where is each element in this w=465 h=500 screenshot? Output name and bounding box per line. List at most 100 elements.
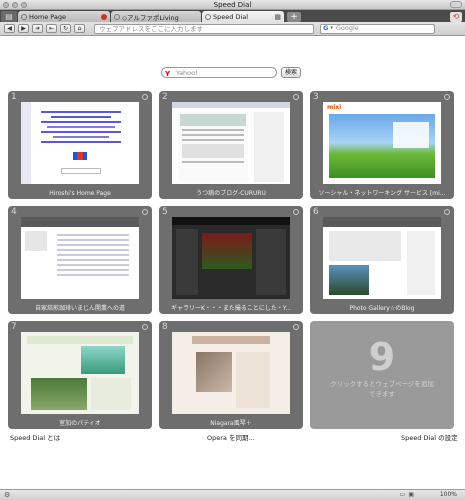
dial-number: 1 (11, 92, 17, 102)
dial-thumbnail (21, 102, 139, 184)
yahoo-search-input[interactable]: Y Yahoo! (161, 67, 277, 78)
sync-opera-link[interactable]: Opera を同期... (207, 432, 255, 442)
back-icon: ◀ (7, 25, 12, 32)
dial-number: 2 (162, 92, 168, 102)
close-dial-icon[interactable] (444, 209, 450, 215)
speed-dial-settings-link[interactable]: Speed Dial の設定 (401, 432, 458, 442)
close-dial-icon[interactable] (142, 209, 148, 215)
dial-number: 5 (162, 207, 168, 217)
close-dial-icon[interactable] (444, 94, 450, 100)
dial-number: 4 (11, 207, 17, 217)
panel-toggle-button[interactable]: ▤ (1, 11, 17, 22)
page-icon (21, 13, 27, 20)
search-placeholder: Google (335, 24, 359, 32)
close-dial-icon[interactable] (293, 324, 299, 330)
status-bar: ⚙ ▭▣ 100% (0, 489, 465, 500)
speed-dial-6[interactable]: 6 Photo Gallery☆のBlog (310, 206, 454, 314)
fast-forward-icon: ➔ (34, 25, 41, 32)
close-dial-icon[interactable] (142, 94, 148, 100)
window-title: Speed Dial (213, 1, 252, 9)
dial-caption: 自家焙煎珈琲いまじん開業への道 (34, 305, 125, 312)
view-icons[interactable]: ▭▣ (400, 491, 417, 498)
navigation-bar: ◀ ▶ ➔ ⇤ ↻ ⌂ ウェブアドレスをここに入力します G ▾ Google (0, 22, 465, 36)
dial-caption: ギャラリーK・・・また撮ることにした・Y... (170, 305, 292, 312)
tab-label: Home Page (29, 12, 66, 21)
close-dial-icon[interactable] (293, 209, 299, 215)
forward-icon: ▶ (21, 25, 26, 32)
closed-tabs-button[interactable]: ⟲ (450, 12, 462, 22)
close-window-button[interactable] (3, 2, 9, 8)
window-controls (3, 2, 27, 8)
about-speed-dial-link[interactable]: Speed Dial とは (10, 432, 60, 442)
close-dial-icon[interactable] (142, 324, 148, 330)
rewind-icon: ⇤ (48, 25, 55, 32)
add-page-message: クリックするとウェブページを追加できます (330, 380, 434, 398)
close-dial-icon[interactable] (293, 94, 299, 100)
dial-number: 8 (162, 322, 168, 332)
reload-icon: ↻ (62, 25, 69, 32)
dial-caption: ソーシャル・ネットワーキング サービス [mi... (318, 190, 446, 197)
title-bar: Speed Dial (0, 0, 465, 10)
yahoo-search-button[interactable]: 検索 (281, 67, 301, 78)
search-engine-icon[interactable]: G (323, 24, 328, 33)
chevron-down-icon[interactable]: ▾ (330, 24, 333, 33)
dial-number: 3 (313, 92, 319, 102)
dial-caption: うつ病のブログ-CURURU (196, 190, 266, 197)
new-tab-button[interactable]: + (287, 12, 301, 22)
trash-icon: ⟲ (452, 12, 460, 21)
tab-label: ◇アルファポLiving (122, 13, 179, 22)
back-button[interactable]: ◀ (4, 24, 15, 33)
address-field[interactable]: ウェブアドレスをここに入力します (94, 23, 314, 34)
gear-icon[interactable]: ⚙ (4, 491, 10, 499)
dial-caption: Hiroshi's Home Page (49, 190, 111, 197)
speed-dial-3[interactable]: 3 mixi ソーシャル・ネットワーキング サービス [mi... (310, 91, 454, 199)
dial-number: 6 (313, 207, 319, 217)
address-placeholder: ウェブアドレスをここに入力します (99, 24, 203, 33)
speed-dial-8[interactable]: 8 Niagara風琴＋ (159, 321, 303, 429)
speed-dial-9-empty[interactable]: 9 クリックするとウェブページを追加できます (310, 321, 454, 429)
dial-number: 9 (368, 335, 396, 379)
plus-icon: + (290, 12, 298, 22)
dial-thumbnail (172, 217, 290, 299)
panel-icon: ▤ (5, 12, 13, 21)
yahoo-search-placeholder: Yahoo! (176, 69, 198, 77)
tab-label: Speed Dial (213, 12, 249, 21)
dial-caption: Niagara風琴＋ (210, 420, 252, 427)
home-icon: ⌂ (77, 25, 82, 32)
speed-dial-1[interactable]: 1 Hiroshi's Home Page (8, 91, 152, 199)
speed-dial-4[interactable]: 4 自家焙煎珈琲いまじん開業への道 (8, 206, 152, 314)
browser-window: Speed Dial ▤ Home Page ◇アルファポLiving Spee… (0, 0, 465, 500)
fast-forward-button[interactable]: ➔ (32, 24, 43, 33)
toolbar-toggle-button[interactable] (450, 1, 462, 8)
minimize-window-button[interactable] (12, 2, 18, 8)
dial-caption: Photo Gallery☆のBlog (349, 305, 415, 312)
speed-dial-2[interactable]: 2 うつ病のブログ-CURURU (159, 91, 303, 199)
zoom-level[interactable]: 100% (440, 491, 457, 498)
dial-thumbnail (21, 332, 139, 414)
tab-speed-dial[interactable]: Speed Dial ▦ (202, 11, 284, 22)
dial-thumbnail (323, 217, 441, 299)
page-icon (114, 13, 120, 20)
home-button[interactable]: ⌂ (74, 24, 85, 33)
dial-number: 7 (11, 322, 17, 332)
dial-caption: 室加のパティオ (59, 420, 101, 427)
speed-dial-7[interactable]: 7 室加のパティオ (8, 321, 152, 429)
reload-button[interactable]: ↻ (60, 24, 71, 33)
tab-home-page[interactable]: Home Page (18, 11, 110, 22)
tab-bar: ▤ Home Page ◇アルファポLiving Speed Dial ▦ + … (0, 10, 465, 22)
dial-thumbnail (172, 332, 290, 414)
close-tab-icon[interactable] (101, 13, 107, 20)
speed-dial-grid-icon: ▦ (274, 12, 281, 21)
search-field[interactable]: G ▾ Google (320, 23, 435, 34)
speed-dial-page: Y Yahoo! 検索 1 Hiroshi's Home Page 2 うつ病の… (0, 37, 465, 489)
yahoo-icon: Y (165, 70, 171, 78)
page-icon (205, 13, 211, 20)
forward-button[interactable]: ▶ (18, 24, 29, 33)
speed-dial-5[interactable]: 5 ギャラリーK・・・また撮ることにした・Y... (159, 206, 303, 314)
dial-thumbnail (172, 102, 290, 184)
rewind-button[interactable]: ⇤ (46, 24, 57, 33)
zoom-window-button[interactable] (21, 2, 27, 8)
tab-alpha-living[interactable]: ◇アルファポLiving (111, 11, 201, 22)
dial-thumbnail (21, 217, 139, 299)
dial-thumbnail: mixi (323, 102, 441, 184)
